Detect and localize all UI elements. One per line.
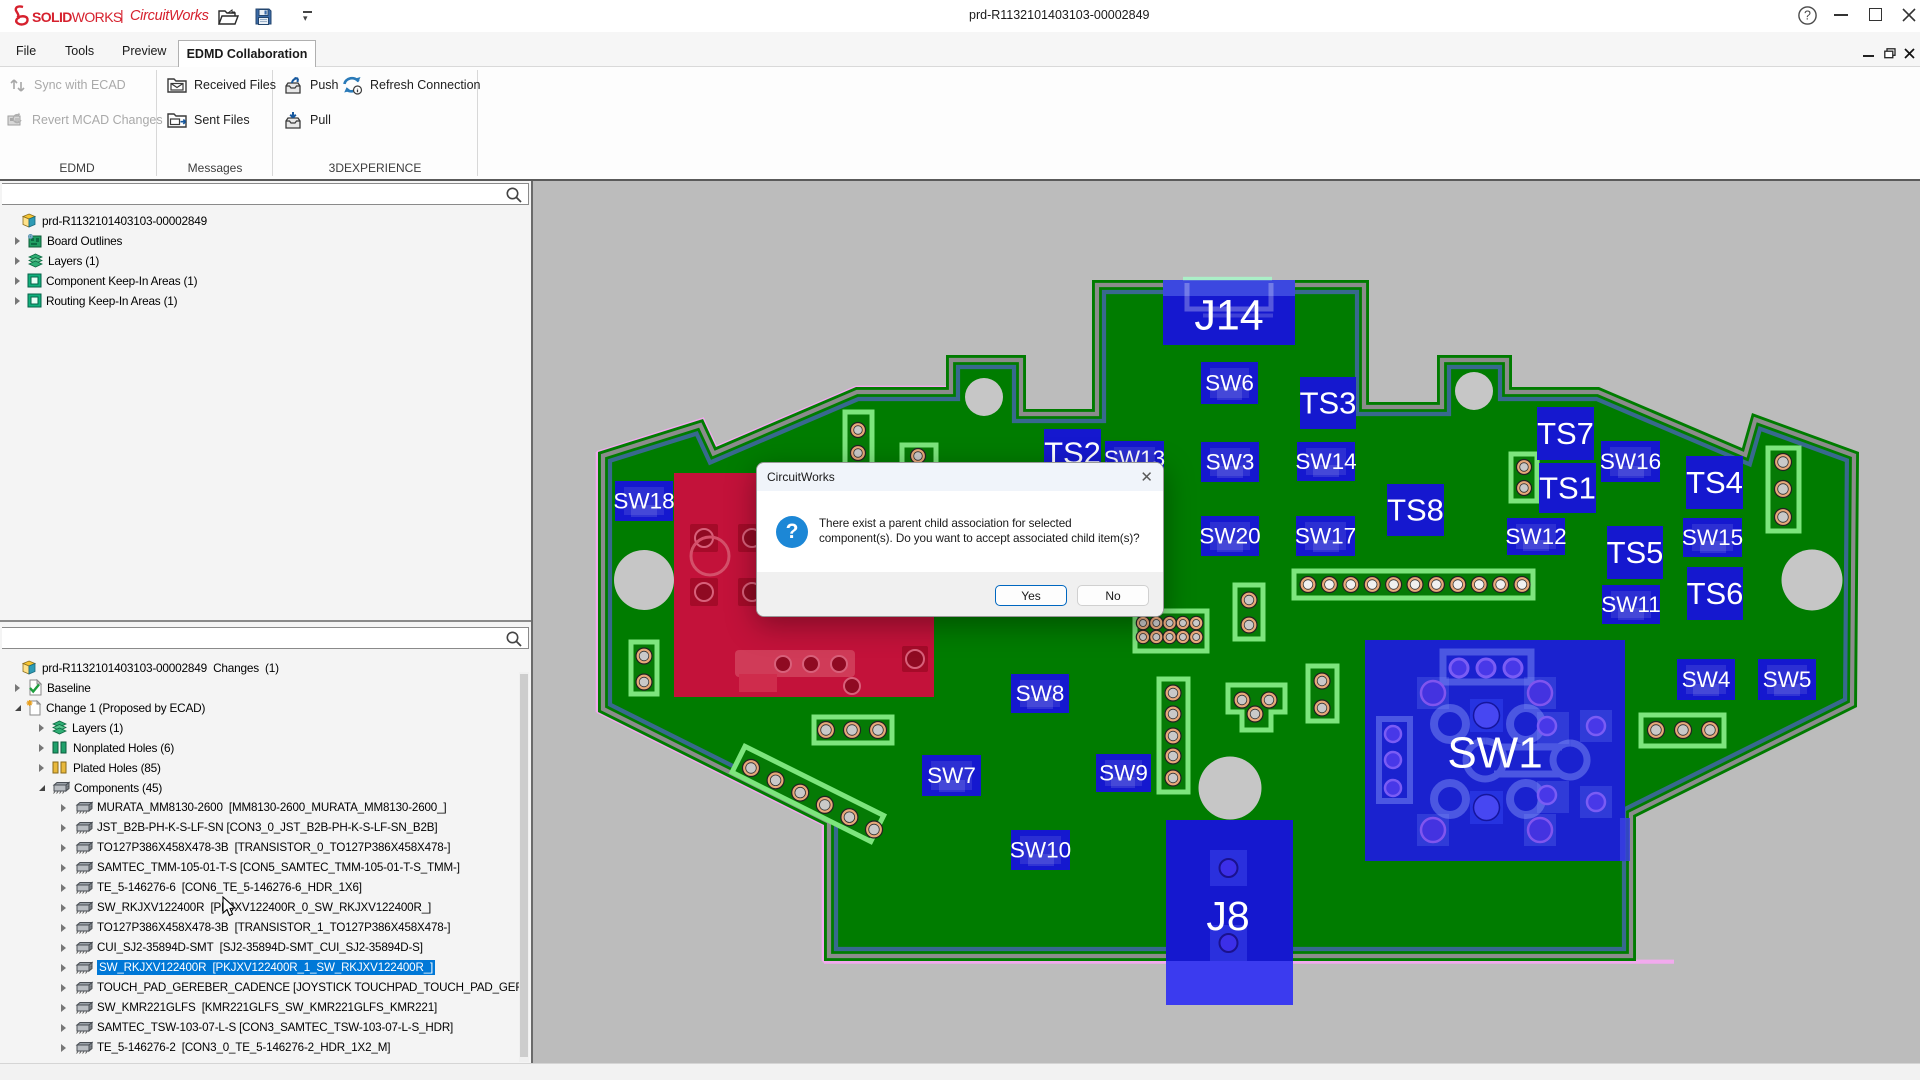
- svg-text:SW5: SW5: [1763, 667, 1812, 692]
- svg-text:SW16: SW16: [1600, 449, 1661, 474]
- svg-text:TS7: TS7: [1537, 416, 1594, 451]
- svg-text:TS4: TS4: [1686, 465, 1743, 500]
- svg-text:SW1: SW1: [1447, 729, 1542, 778]
- svg-text:?: ?: [1804, 9, 1811, 23]
- svg-text:SW11: SW11: [1601, 592, 1661, 617]
- svg-text:SW6: SW6: [1205, 371, 1254, 396]
- svg-text:TS6: TS6: [1687, 576, 1744, 611]
- svg-text:SW8: SW8: [1016, 681, 1065, 706]
- svg-text:SW10: SW10: [1010, 838, 1071, 863]
- svg-text:SW18: SW18: [613, 489, 674, 514]
- svg-text:SW14: SW14: [1295, 449, 1356, 474]
- svg-text:SW20: SW20: [1199, 524, 1260, 549]
- svg-text:TS5: TS5: [1607, 535, 1664, 570]
- svg-text:SW7: SW7: [927, 763, 976, 788]
- svg-text:TS8: TS8: [1387, 493, 1444, 528]
- svg-text:TS3: TS3: [1300, 386, 1357, 421]
- svg-text:SW3: SW3: [1206, 450, 1255, 475]
- svg-text:SW12: SW12: [1505, 524, 1566, 549]
- svg-text:TS1: TS1: [1539, 471, 1596, 506]
- svg-text:J8: J8: [1206, 893, 1249, 939]
- svg-text:SW4: SW4: [1682, 667, 1731, 692]
- svg-text:SW17: SW17: [1295, 524, 1356, 549]
- svg-text:SW9: SW9: [1099, 761, 1148, 786]
- svg-text:SW15: SW15: [1682, 525, 1743, 550]
